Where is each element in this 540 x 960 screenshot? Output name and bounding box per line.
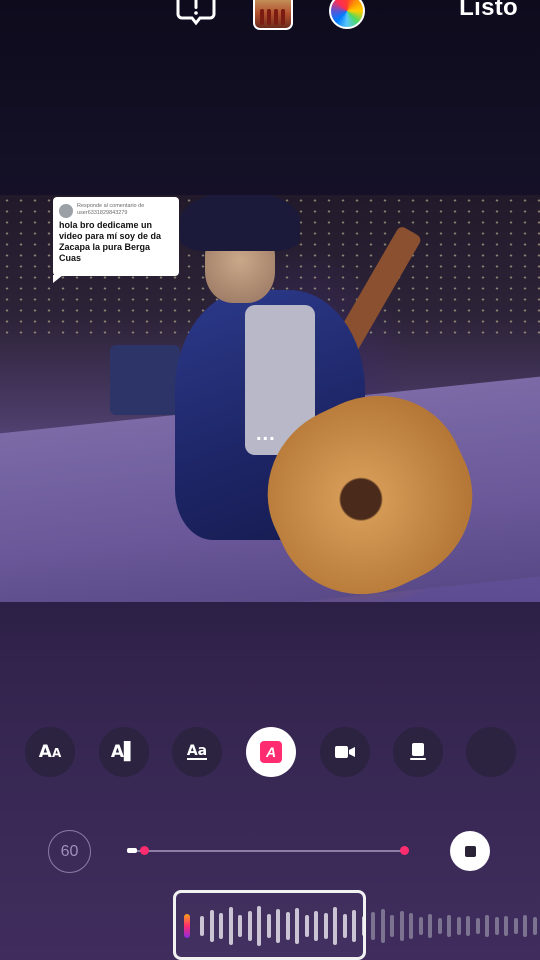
commenter-avatar	[59, 204, 73, 218]
waveform-bar	[475, 918, 480, 934]
waveform-bar	[494, 917, 499, 935]
stop-icon	[464, 845, 476, 857]
text-tools-row: AA A▌ Aa A	[0, 727, 540, 777]
waveform-bar	[380, 909, 385, 943]
playhead[interactable]	[184, 914, 190, 938]
duration-badge[interactable]: 60	[48, 830, 91, 873]
waveform-bar	[513, 918, 518, 934]
done-button[interactable]: Listo	[459, 0, 518, 22]
color-wheel-icon[interactable]	[329, 0, 365, 29]
text-effect-tool[interactable]: A	[246, 727, 296, 777]
extra-tool[interactable]	[466, 727, 516, 777]
trim-start-handle[interactable]	[127, 848, 137, 853]
waveform-bar	[466, 916, 470, 936]
stop-button[interactable]	[450, 831, 490, 871]
waveform-bar	[504, 916, 508, 936]
comment-reply-sticker[interactable]: Responde al comentario de user6331829843…	[53, 197, 179, 283]
video-camera-icon	[335, 746, 355, 758]
camera-tool[interactable]	[320, 727, 370, 777]
waveform-bar	[409, 913, 413, 939]
font-size-icon: AA	[38, 742, 62, 762]
stage-speaker	[110, 345, 180, 415]
waveform-bar	[437, 918, 442, 934]
waveform-bar	[456, 917, 461, 935]
more-options-icon[interactable]: ...	[256, 423, 276, 446]
text-align-icon: A▌	[110, 742, 138, 762]
trim-track[interactable]	[127, 850, 407, 852]
performer-hat	[180, 195, 300, 251]
alert-icon[interactable]	[176, 0, 216, 28]
reply-meta-text: Responde al comentario de user6331829843…	[77, 203, 145, 216]
trim-end-marker[interactable]	[400, 846, 410, 855]
waveform-bar	[418, 917, 423, 935]
comment-text: hola bro dedicame un video para mí soy d…	[59, 220, 162, 263]
waveform-bar	[532, 917, 537, 935]
text-style-tool[interactable]: Aa	[172, 727, 222, 777]
text-effect-icon: A	[260, 741, 282, 763]
waveform-bar	[428, 914, 432, 938]
waveform-bar	[399, 911, 404, 941]
waveform-bar	[523, 915, 527, 937]
sticker-thumbnail[interactable]	[253, 0, 293, 30]
caption-box-tool[interactable]	[393, 727, 443, 777]
text-align-tool[interactable]: A▌	[99, 727, 149, 777]
waveform-bar	[371, 912, 375, 940]
waveform-bar	[390, 915, 394, 937]
text-style-icon: Aa	[186, 743, 208, 760]
caption-box-icon	[410, 743, 426, 760]
trim-start-marker[interactable]	[139, 846, 149, 855]
top-bar: Listo	[0, 0, 540, 40]
waveform-bar	[447, 915, 451, 937]
font-size-tool[interactable]: AA	[25, 727, 75, 777]
waveform-bar	[485, 915, 489, 937]
waveform-selection-frame[interactable]	[173, 890, 366, 960]
